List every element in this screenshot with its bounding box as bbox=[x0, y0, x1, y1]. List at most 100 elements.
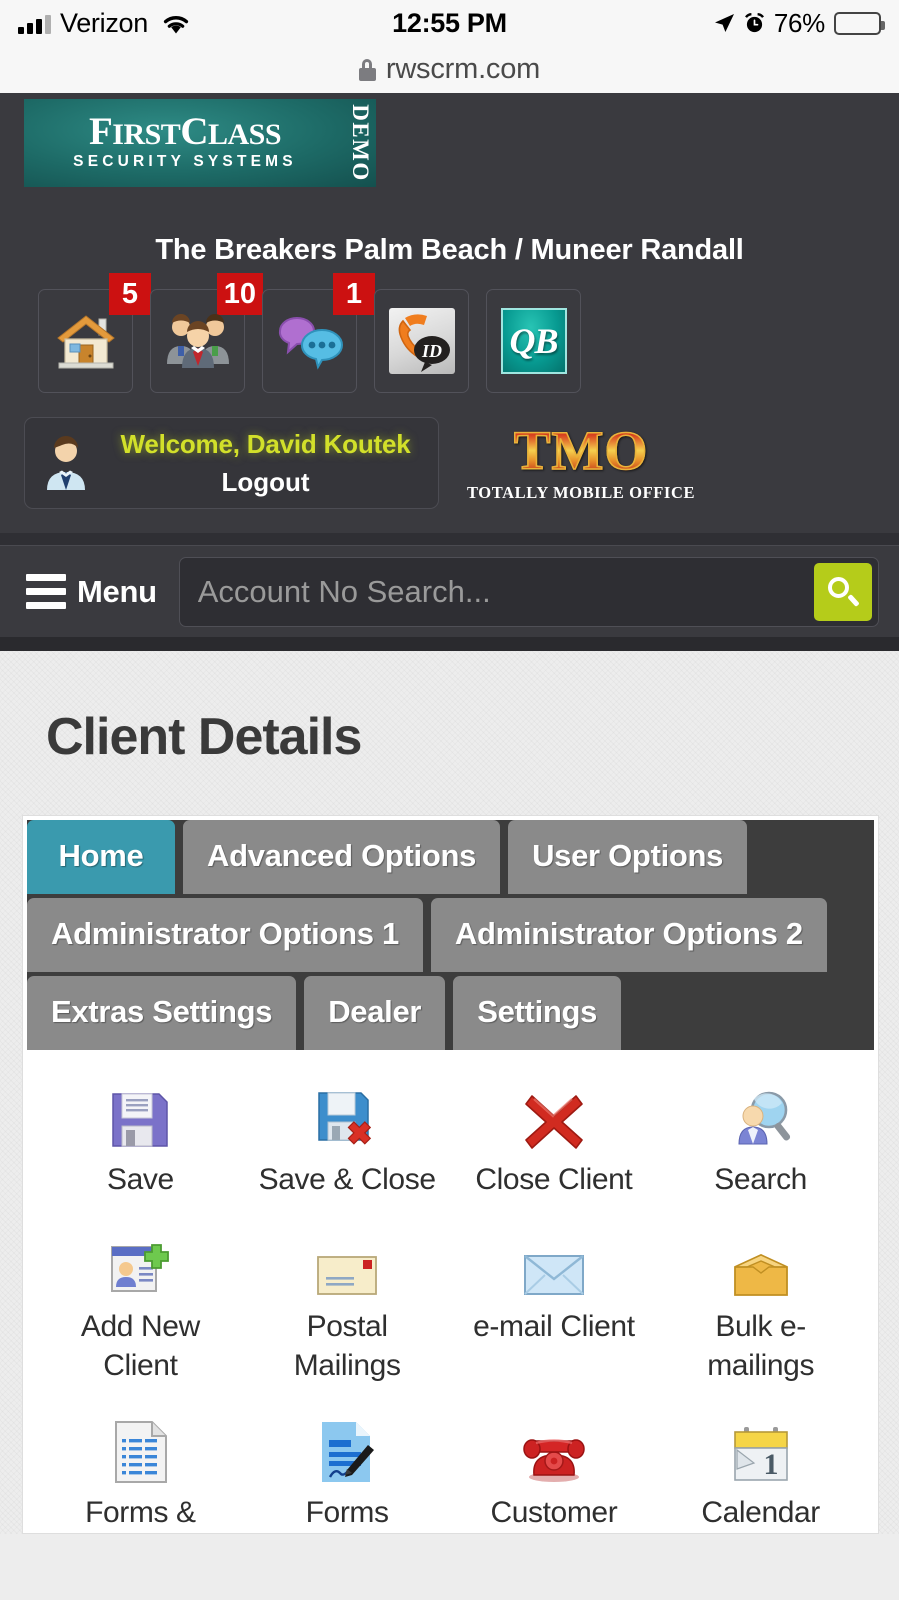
header-bottom-edge bbox=[0, 637, 899, 651]
quick-icon-row: 5 10 1 ID QB bbox=[0, 273, 899, 393]
logo-wrapper[interactable]: FIRSTCLASS SECURITY SYSTEMS DEMO bbox=[0, 93, 899, 187]
search-field-wrapper[interactable] bbox=[178, 556, 879, 627]
action-label: Forms & bbox=[85, 1496, 196, 1530]
logout-button[interactable]: Logout bbox=[221, 467, 309, 498]
action-label: Postal Mailings bbox=[293, 1310, 401, 1382]
search-icon bbox=[828, 576, 860, 607]
location-arrow-icon bbox=[713, 12, 735, 34]
status-bar-right: 76% bbox=[713, 7, 885, 39]
tab-row-3: Extras Settings Dealer Settings bbox=[27, 976, 874, 1050]
status-bar-left: Verizon bbox=[18, 8, 191, 39]
envelope-stamp-icon bbox=[315, 1225, 379, 1299]
action-label: Add New Client bbox=[80, 1310, 200, 1382]
hamburger-icon bbox=[26, 574, 66, 609]
tab-row-1: Home Advanced Options User Options bbox=[27, 820, 874, 894]
quick-button-messages[interactable]: 1 bbox=[262, 273, 375, 393]
badge-count: 1 bbox=[333, 273, 375, 315]
quick-button-properties[interactable]: 5 bbox=[38, 273, 151, 393]
action-customer[interactable]: Customer bbox=[451, 1411, 658, 1532]
demo-badge: DEMO bbox=[347, 104, 373, 182]
tab-administrator-options-2[interactable]: Administrator Options 2 bbox=[430, 898, 827, 972]
app-header: FIRSTCLASS SECURITY SYSTEMS DEMO The Bre… bbox=[0, 93, 899, 651]
first-class-logo[interactable]: FIRSTCLASS SECURITY SYSTEMS DEMO bbox=[24, 99, 376, 187]
action-search[interactable]: Search bbox=[657, 1078, 864, 1199]
tmo-title: TMO bbox=[513, 420, 649, 481]
action-add-new-client[interactable]: Add New Client bbox=[37, 1225, 244, 1385]
badge-count: 10 bbox=[216, 273, 263, 315]
ios-chrome: Verizon 12:55 PM 76% rwscrm.com bbox=[0, 0, 899, 93]
red-x-icon bbox=[522, 1078, 586, 1152]
alarm-clock-icon bbox=[744, 12, 765, 34]
action-calendar[interactable]: 1 Calendar bbox=[657, 1411, 864, 1532]
house-icon bbox=[55, 311, 117, 371]
action-icon-grid: Save Save & Close Close Client Search Ad… bbox=[27, 1050, 874, 1533]
menu-button[interactable]: Menu bbox=[26, 574, 157, 610]
quick-button-quickbooks[interactable]: QB bbox=[486, 289, 581, 393]
logo-text-block: FIRSTCLASS SECURITY SYSTEMS bbox=[24, 99, 346, 187]
search-input[interactable] bbox=[179, 573, 814, 610]
people-group-icon bbox=[163, 312, 233, 370]
action-postal-mailings[interactable]: Postal Mailings bbox=[244, 1225, 451, 1385]
action-label: e-mail Client bbox=[473, 1310, 635, 1344]
floppy-disk-icon bbox=[108, 1078, 172, 1152]
action-save-and-close[interactable]: Save & Close bbox=[244, 1078, 451, 1199]
action-email-client[interactable]: e-mail Client bbox=[451, 1225, 658, 1385]
tab-administrator-options-1[interactable]: Administrator Options 1 bbox=[27, 898, 423, 972]
action-bulk-emailings[interactable]: Bulk e-mailings bbox=[657, 1225, 864, 1385]
chat-bubbles-icon bbox=[276, 312, 344, 370]
browser-url-bar[interactable]: rwscrm.com bbox=[0, 46, 899, 93]
signal-bars-icon bbox=[18, 12, 51, 34]
page-body: Client Details Home Advanced Options Use… bbox=[0, 651, 899, 1534]
welcome-text-block: Welcome, David Koutek Logout bbox=[107, 429, 424, 498]
tab-dealer[interactable]: Dealer bbox=[304, 976, 446, 1050]
quick-button-contacts[interactable]: 10 bbox=[150, 273, 263, 393]
tab-advanced-options[interactable]: Advanced Options bbox=[183, 820, 501, 894]
tab-home[interactable]: Home bbox=[27, 820, 175, 894]
tab-row-2: Administrator Options 1 Administrator Op… bbox=[27, 898, 874, 972]
calendar-icon: 1 bbox=[730, 1411, 792, 1485]
action-label: Close Client bbox=[475, 1163, 633, 1196]
mail-box-icon bbox=[729, 1225, 793, 1299]
badge-count: 5 bbox=[109, 273, 151, 315]
action-forms[interactable]: Forms bbox=[244, 1411, 451, 1532]
add-contact-card-icon bbox=[108, 1225, 172, 1299]
action-label: Bulk e-mailings bbox=[707, 1310, 815, 1382]
battery-percent-label: 76% bbox=[773, 7, 825, 38]
document-list-icon bbox=[111, 1411, 169, 1485]
welcome-row: Welcome, David Koutek Logout TMO TOTALLY… bbox=[0, 393, 899, 509]
menu-label: Menu bbox=[77, 573, 157, 609]
action-save[interactable]: Save bbox=[37, 1078, 244, 1199]
header-divider bbox=[0, 533, 899, 545]
user-account-box[interactable]: Welcome, David Koutek Logout bbox=[24, 417, 439, 509]
blue-envelope-icon bbox=[522, 1225, 586, 1299]
person-search-icon bbox=[729, 1078, 793, 1152]
action-forms-and[interactable]: Forms & bbox=[37, 1411, 244, 1532]
wifi-icon bbox=[161, 12, 191, 35]
floppy-disk-close-icon bbox=[315, 1078, 379, 1152]
action-label: Calendar bbox=[701, 1496, 820, 1530]
action-close-client[interactable]: Close Client bbox=[451, 1078, 658, 1199]
menu-search-bar: Menu bbox=[0, 545, 899, 637]
lock-icon bbox=[358, 58, 376, 81]
svg-text:1: 1 bbox=[763, 1448, 778, 1481]
tmo-logo: TMO TOTALLY MOBILE OFFICE bbox=[467, 420, 696, 503]
action-label: Search bbox=[714, 1163, 807, 1196]
tmo-subtitle: TOTALLY MOBILE OFFICE bbox=[467, 483, 696, 502]
action-label: Save bbox=[106, 1163, 174, 1196]
carrier-label: Verizon bbox=[60, 7, 148, 38]
avatar bbox=[39, 434, 93, 492]
tab-settings[interactable]: Settings bbox=[453, 976, 622, 1050]
quick-button-caller-id[interactable]: ID bbox=[374, 289, 469, 393]
tab-user-options[interactable]: User Options bbox=[508, 820, 748, 894]
action-label: Save & Close bbox=[258, 1163, 436, 1196]
logo-line-1: FIRSTCLASS bbox=[88, 109, 282, 153]
status-bar: Verizon 12:55 PM 76% bbox=[0, 0, 899, 46]
tab-extras-settings[interactable]: Extras Settings bbox=[27, 976, 297, 1050]
red-telephone-icon bbox=[522, 1411, 586, 1485]
caller-id-icon: ID bbox=[388, 308, 455, 374]
logo-line-2: SECURITY SYSTEMS bbox=[73, 153, 297, 171]
url-label: rwscrm.com bbox=[385, 53, 541, 85]
action-label: Forms bbox=[305, 1496, 389, 1530]
search-submit-button[interactable] bbox=[814, 562, 872, 621]
action-label: Customer bbox=[490, 1496, 618, 1530]
